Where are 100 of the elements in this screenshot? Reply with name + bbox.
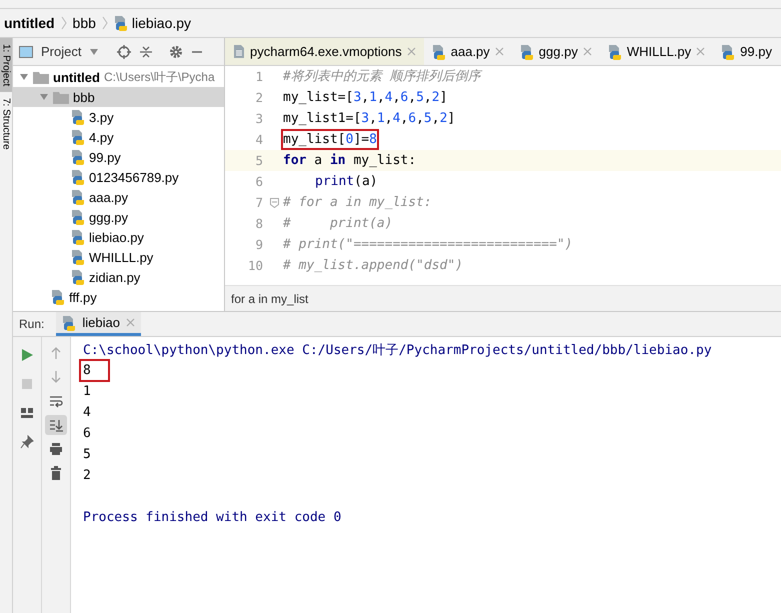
- text-file-icon: [233, 44, 245, 59]
- down-arrow-icon[interactable]: [49, 370, 63, 384]
- code-line: my_list=[3,1,4,6,5,2]: [282, 89, 448, 107]
- layout-icon[interactable]: [20, 406, 34, 420]
- line-number: 8: [254, 216, 264, 231]
- console-line: 4: [83, 405, 91, 420]
- line-number: 1: [254, 69, 264, 84]
- trash-icon[interactable]: [49, 466, 63, 480]
- python-file-icon: [432, 44, 446, 60]
- line-number: 10: [246, 258, 264, 273]
- chevron-icon: [102, 16, 108, 30]
- close-icon[interactable]: [126, 318, 135, 327]
- folder-icon: [33, 70, 49, 84]
- tree-row[interactable]: WHILLL.py: [13, 247, 224, 267]
- tree-row[interactable]: 0123456789.py: [13, 167, 224, 187]
- breadcrumb-item[interactable]: liebiao.py: [114, 15, 192, 31]
- python-file-icon: [71, 149, 85, 165]
- tool-window-tab[interactable]: 1: Project: [0, 38, 12, 92]
- close-icon[interactable]: [406, 47, 416, 56]
- tool-window-tab[interactable]: 7: Structure: [0, 92, 12, 156]
- console-line: 2: [83, 468, 91, 483]
- expand-arrow-icon[interactable]: [19, 73, 29, 81]
- breadcrumb-item[interactable]: untitled: [4, 15, 55, 31]
- settings-icon[interactable]: [169, 44, 184, 58]
- tree-row[interactable]: zidian.py: [13, 267, 224, 287]
- scroll-to-end-icon[interactable]: [49, 418, 63, 432]
- python-file-icon: [71, 269, 85, 285]
- line-number: 5: [254, 153, 264, 168]
- panel-title[interactable]: Project: [41, 44, 82, 59]
- tree-label: bbb: [73, 90, 95, 104]
- collapse-all-icon[interactable]: [139, 44, 154, 58]
- python-file-icon: [62, 314, 76, 330]
- tree-label: aaa.py: [89, 190, 128, 204]
- tree-row[interactable]: 3.py: [13, 107, 224, 127]
- code-breadcrumb[interactable]: for a in my_list: [231, 292, 308, 306]
- code-line: # my_list.append("dsd"): [282, 257, 464, 275]
- python-file-icon: [51, 289, 65, 305]
- panel-title: Run:: [19, 317, 44, 331]
- locate-icon[interactable]: [117, 44, 132, 58]
- chevron-icon: [60, 16, 67, 30]
- tree-label: 3.py: [89, 110, 114, 124]
- run-tab[interactable]: liebiao: [56, 312, 141, 336]
- tree-label: fff.py: [69, 290, 97, 304]
- line-number: 2: [254, 90, 264, 105]
- python-file-icon: [608, 44, 622, 60]
- python-file-icon: [71, 189, 85, 205]
- python-file-icon: [71, 209, 85, 225]
- tree-row[interactable]: fff.py: [13, 287, 224, 307]
- code-line: for a in my_list:: [282, 152, 418, 170]
- python-file-icon: [721, 44, 736, 60]
- fold-icon[interactable]: [270, 198, 278, 208]
- tree-label: zidian.py: [89, 270, 140, 284]
- console-line: 8: [83, 363, 91, 378]
- soft-wrap-icon[interactable]: [49, 394, 63, 408]
- close-icon[interactable]: [494, 47, 504, 56]
- tree-label: liebiao.py: [89, 230, 144, 244]
- python-file-icon: [114, 15, 128, 31]
- code-line: my_list1=[3,1,4,6,5,2]: [282, 110, 456, 128]
- line-number: 3: [254, 111, 264, 126]
- editor-tab[interactable]: aaa.py: [424, 38, 512, 65]
- tree-label: 99.py: [89, 150, 121, 164]
- python-file-icon: [71, 109, 85, 125]
- breadcrumb-item[interactable]: bbb: [72, 15, 96, 31]
- line-number: 9: [254, 237, 264, 252]
- project-path: C:\Users\叶子\Pycha: [104, 68, 215, 86]
- tree-row[interactable]: 4.py: [13, 127, 224, 147]
- tree-row[interactable]: ggg.py: [13, 207, 224, 227]
- line-number: 4: [254, 132, 264, 147]
- editor-tab[interactable]: ggg.py: [512, 38, 600, 65]
- code-line: # print("=========================="): [282, 236, 574, 254]
- expand-arrow-icon[interactable]: [89, 48, 100, 56]
- tree-row[interactable]: untitled C:\Users\叶子\Pycha: [13, 67, 224, 87]
- console-line: C:\school\python\python.exe C:/Users/叶子/PycharmProjects/untitled/bbb/liebiao.py: [83, 342, 712, 358]
- line-number: 6: [254, 174, 264, 189]
- up-arrow-icon[interactable]: [49, 346, 63, 360]
- tree-row[interactable]: 99.py: [13, 147, 224, 167]
- console-line: 1: [83, 384, 91, 399]
- editor-tab[interactable]: WHILLL.py: [600, 38, 714, 65]
- python-file-icon: [71, 169, 85, 185]
- expand-arrow-icon[interactable]: [39, 93, 49, 101]
- editor-tab[interactable]: 99.py: [713, 38, 780, 65]
- project-view-icon: [19, 46, 33, 58]
- python-file-icon: [71, 129, 85, 145]
- tree-row[interactable]: bbb: [13, 87, 224, 107]
- tree-label: 0123456789.py: [89, 170, 179, 184]
- close-icon[interactable]: [582, 47, 592, 56]
- pin-icon[interactable]: [20, 435, 34, 449]
- tree-row[interactable]: aaa.py: [13, 187, 224, 207]
- tree-label: WHILLL.py: [89, 250, 154, 264]
- console-line: Process finished with exit code 0: [83, 510, 342, 525]
- editor-tab[interactable]: pycharm64.exe.vmoptions: [225, 38, 424, 65]
- python-file-icon: [71, 229, 85, 245]
- console-line: 6: [83, 426, 91, 441]
- close-icon[interactable]: [696, 47, 706, 56]
- run-icon[interactable]: [20, 348, 34, 362]
- print-icon[interactable]: [49, 442, 63, 456]
- tree-row[interactable]: liebiao.py: [13, 227, 224, 247]
- tree-label: ggg.py: [89, 210, 128, 224]
- tree-label: untitled: [53, 70, 100, 84]
- code-line: # print(a): [282, 215, 394, 233]
